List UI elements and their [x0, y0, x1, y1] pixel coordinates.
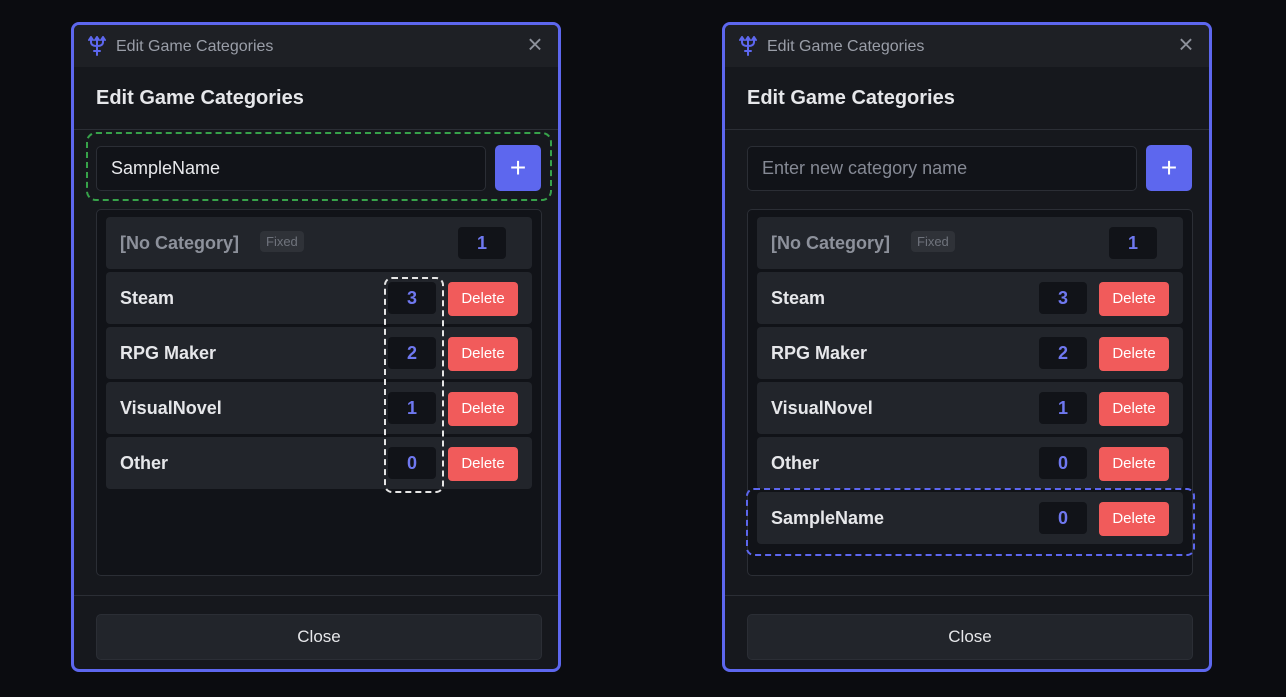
- category-count: 0: [1039, 502, 1087, 534]
- footer-divider: [725, 595, 1209, 596]
- fixed-badge: Fixed: [260, 231, 304, 252]
- category-name: Steam: [120, 288, 175, 308]
- close-button[interactable]: Close: [96, 614, 542, 660]
- delete-category-button[interactable]: Delete: [1099, 447, 1169, 481]
- category-name: Other: [120, 453, 169, 473]
- category-row: Other 0 Delete: [106, 437, 532, 489]
- category-row: Steam 3 Delete: [106, 272, 532, 324]
- category-name: VisualNovel: [771, 398, 873, 418]
- category-row-no-category: [No Category] Fixed 1: [757, 217, 1183, 269]
- delete-category-button[interactable]: Delete: [448, 337, 518, 371]
- category-name-input[interactable]: [96, 146, 486, 191]
- close-button[interactable]: Close: [747, 614, 1193, 660]
- category-row: RPG Maker 2 Delete: [757, 327, 1183, 379]
- delete-category-button[interactable]: Delete: [448, 392, 518, 426]
- category-name: Other: [771, 453, 820, 473]
- trident-icon: [88, 36, 106, 56]
- plus-icon: +: [1160, 152, 1178, 183]
- plus-icon: +: [509, 152, 527, 183]
- category-count: 1: [1109, 227, 1157, 259]
- window-title: Edit Game Categories: [767, 38, 925, 55]
- delete-category-button[interactable]: Delete: [1099, 282, 1169, 316]
- category-row: VisualNovel 1 Delete: [757, 382, 1183, 434]
- category-count: 3: [1039, 282, 1087, 314]
- delete-category-button[interactable]: Delete: [448, 282, 518, 316]
- close-icon[interactable]: ×: [1173, 31, 1199, 57]
- category-row-no-category: [No Category] Fixed 1: [106, 217, 532, 269]
- category-count: 0: [1039, 447, 1087, 479]
- category-name: [No Category]: [120, 233, 240, 253]
- category-name: VisualNovel: [120, 398, 222, 418]
- category-count: 2: [388, 337, 436, 369]
- category-count: 1: [388, 392, 436, 424]
- category-name: RPG Maker: [120, 343, 217, 363]
- category-row-new: SampleName 0 Delete: [757, 492, 1183, 544]
- category-name: Steam: [771, 288, 826, 308]
- window-titlebar: Edit Game Categories ×: [74, 25, 558, 67]
- category-name: [No Category]: [771, 233, 891, 253]
- edit-categories-window-before: Edit Game Categories × Edit Game Categor…: [71, 22, 561, 672]
- footer-divider: [74, 595, 558, 596]
- category-row: RPG Maker 2 Delete: [106, 327, 532, 379]
- category-count: 1: [458, 227, 506, 259]
- add-category-button[interactable]: +: [1146, 145, 1192, 191]
- window-title: Edit Game Categories: [116, 38, 274, 55]
- category-row: Other 0 Delete: [757, 437, 1183, 489]
- delete-category-button[interactable]: Delete: [1099, 502, 1169, 536]
- category-name-input[interactable]: [747, 146, 1137, 191]
- edit-categories-window-after: Edit Game Categories × Edit Game Categor…: [722, 22, 1212, 672]
- delete-category-button[interactable]: Delete: [448, 447, 518, 481]
- close-icon[interactable]: ×: [522, 31, 548, 57]
- category-count: 3: [388, 282, 436, 314]
- category-count: 1: [1039, 392, 1087, 424]
- category-row: Steam 3 Delete: [757, 272, 1183, 324]
- dialog-header: Edit Game Categories: [725, 67, 1209, 130]
- delete-category-button[interactable]: Delete: [1099, 337, 1169, 371]
- add-category-button[interactable]: +: [495, 145, 541, 191]
- category-count: 2: [1039, 337, 1087, 369]
- dialog-title: Edit Game Categories: [96, 87, 304, 109]
- window-titlebar: Edit Game Categories ×: [725, 25, 1209, 67]
- category-name: SampleName: [771, 508, 885, 528]
- category-row: VisualNovel 1 Delete: [106, 382, 532, 434]
- trident-icon: [739, 36, 757, 56]
- delete-category-button[interactable]: Delete: [1099, 392, 1169, 426]
- category-count: 0: [388, 447, 436, 479]
- dialog-header: Edit Game Categories: [74, 67, 558, 130]
- fixed-badge: Fixed: [911, 231, 955, 252]
- dialog-title: Edit Game Categories: [747, 87, 955, 109]
- category-name: RPG Maker: [771, 343, 868, 363]
